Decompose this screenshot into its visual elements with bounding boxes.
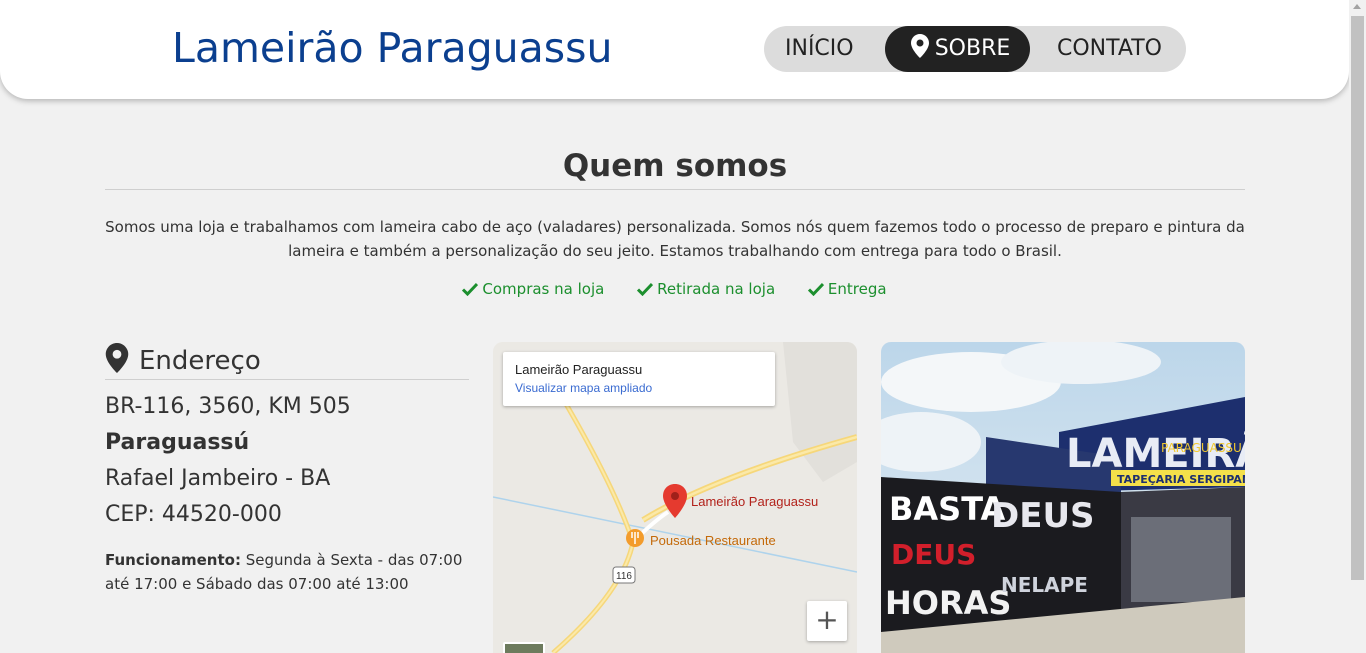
check-icon [807, 282, 824, 296]
wall-text: NELAPE [1001, 573, 1088, 597]
nav-inicio[interactable]: INÍCIO [785, 26, 854, 72]
map-restaurant-label[interactable]: Pousada Restaurante [650, 533, 776, 548]
feature-label: Entrega [827, 280, 887, 298]
page-scrollbar[interactable] [1349, 0, 1366, 653]
address-district: Paraguassú [105, 430, 250, 455]
site-header: Lameirão Paraguassu INÍCIO SOBRE CONTATO [0, 0, 1349, 99]
feature-item: Entrega [807, 280, 887, 298]
feature-label: Retirada na loja [657, 280, 776, 298]
sign-shop-text: TAPEÇARIA SERGIPANA [1117, 473, 1245, 486]
nav-sobre-label: SOBRE [934, 36, 1011, 61]
main-nav: INÍCIO SOBRE CONTATO [764, 26, 1186, 72]
map-pin-label[interactable]: Lameirão Paraguassu [691, 494, 818, 509]
wall-text: DEUS [991, 496, 1095, 536]
feature-item: Compras na loja [462, 280, 604, 298]
site-logo-title[interactable]: Lameirão Paraguassu [172, 24, 612, 72]
map-layer-toggle[interactable] [503, 642, 545, 653]
wall-text: HORAS [885, 584, 1011, 622]
address-heading-label: Endereço [139, 346, 261, 376]
divider [105, 379, 469, 380]
wall-text: BASTA [889, 490, 1006, 528]
address-heading: Endereço [105, 343, 261, 376]
map-card-title: Lameirão Paraguassu [515, 362, 643, 377]
section-title: Quem somos [562, 148, 788, 184]
road-badge: 116 [616, 571, 632, 582]
map-pin-icon [910, 34, 929, 58]
map-info-card: Lameirão Paraguassu Visualizar mapa ampl… [503, 352, 775, 406]
address-city: Rafael Jambeiro - BA [105, 466, 331, 491]
nav-sobre[interactable]: SOBRE [885, 26, 1030, 72]
view-larger-map-link[interactable]: Visualizar mapa ampliado [515, 381, 763, 395]
about-description: Somos uma loja e trabalhamos com lameira… [105, 218, 1245, 260]
sign-sub-text: PARAGUASSU [1161, 441, 1242, 455]
business-hours: Funcionamento: Segunda à Sexta - das 07:… [105, 548, 469, 596]
check-icon [637, 282, 654, 296]
scrollbar-thumb[interactable] [1351, 16, 1364, 580]
scroll-up-arrow-icon[interactable] [1353, 4, 1361, 9]
feature-label: Compras na loja [482, 280, 605, 298]
address-cep: CEP: 44520-000 [105, 502, 282, 527]
feature-list: Compras na loja Retirada na loja Entrega [0, 280, 1349, 298]
map-pin-icon [105, 343, 129, 373]
store-photo: LAMEIRÃO PARAGUASSU TAPEÇARIA SERGIPANA … [881, 342, 1245, 653]
map-zoom-in-button[interactable]: + [807, 601, 847, 641]
store-photo-image: LAMEIRÃO PARAGUASSU TAPEÇARIA SERGIPANA … [881, 342, 1245, 653]
feature-item: Retirada na loja [637, 280, 775, 298]
nav-contato[interactable]: CONTATO [1057, 26, 1162, 72]
wall-text: DEUS [891, 538, 976, 571]
hours-label: Funcionamento: [105, 551, 241, 569]
embedded-map[interactable]: 116 Lameirão Paraguassu Pousada Restaura… [493, 342, 857, 653]
check-icon [462, 282, 479, 296]
divider [105, 189, 1245, 190]
address-street: BR-116, 3560, KM 505 [105, 394, 351, 419]
